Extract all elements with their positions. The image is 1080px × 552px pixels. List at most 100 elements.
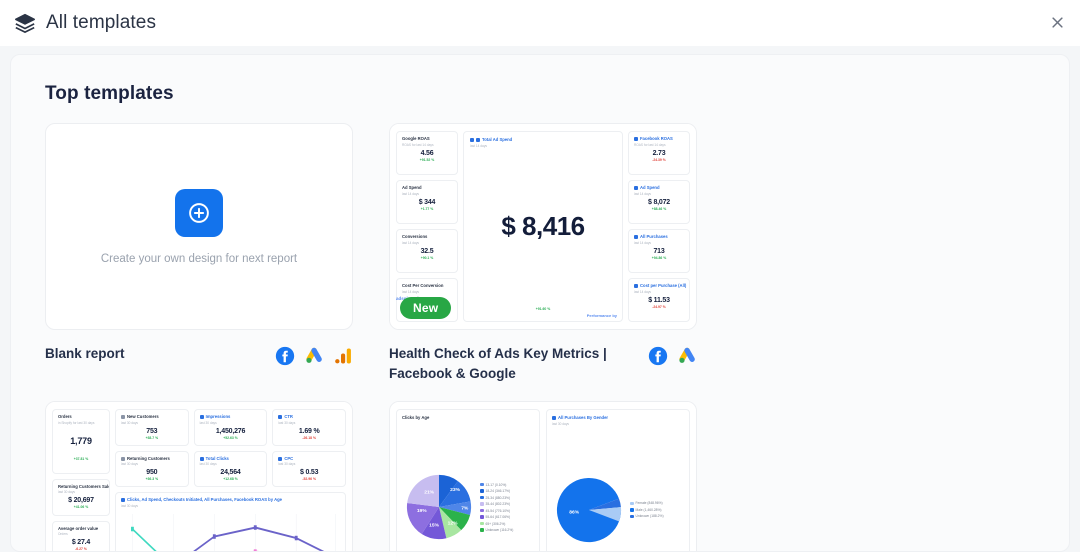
mini-metric-card: CTR last 30 days 1.69 % -26.18 %: [272, 409, 347, 446]
mini-metric-value: 32.5: [420, 247, 434, 255]
close-icon[interactable]: [1046, 12, 1068, 34]
legend-item: 35-44 (802.23%): [480, 502, 513, 506]
mini-metric-card: Returning Customers Sales last 30 days $…: [52, 478, 110, 516]
mini-metric-value: $ 11.53: [648, 296, 670, 304]
mini-metric-sub: last 30 days: [199, 420, 217, 425]
mini-metric-sub: ROAS for last 14 days: [402, 142, 434, 147]
mini-metric-delta: +94.86 %: [651, 255, 667, 260]
mini-metric-value: $ 344: [418, 198, 436, 206]
google-ads-icon: [677, 346, 697, 366]
top-templates-panel: Top templates Create your own design for: [10, 54, 1070, 552]
mini-metric-value: 950: [146, 469, 158, 477]
mini-metric-title: Total Ad Spend: [470, 137, 512, 143]
section-title: Top templates: [45, 83, 174, 104]
google-ads-dot-icon: [470, 137, 474, 142]
legend-item: Female (848.96%): [630, 501, 664, 505]
svg-text:12%: 12%: [448, 521, 458, 527]
mini-metric-delta: +52.63 %: [223, 435, 238, 440]
mini-metric-card: Returning Customers last 30 days 950 +36…: [115, 450, 189, 488]
legend-item: Male (1,460.28%): [630, 508, 664, 512]
mini-hero-card: Orders in Shopify for last 30 days 1,779…: [52, 409, 110, 474]
mini-metric-card: Cost per Purchase (All) last 14 days $ 1…: [628, 278, 690, 322]
legend-item: 13-17 (0.10%): [480, 483, 513, 487]
mini-metric-delta: -24.39 %: [652, 157, 666, 162]
mini-total-ad-spend-card: Total Ad Spend last 14 days $ 8,416 +91.…: [463, 131, 623, 322]
mini-metric-sub: last 14 days: [402, 289, 420, 294]
template-card-blank-report[interactable]: Create your own design for next report B…: [45, 123, 353, 383]
mini-metric-sub: last 14 days: [634, 240, 652, 245]
template-thumbnail[interactable]: Create your own design for next report: [45, 123, 353, 330]
chart-title: All Purchases By Gender: [552, 415, 684, 421]
mini-metric-title: Average order value: [58, 525, 99, 531]
mini-metric-title: Ad Spend: [634, 185, 684, 191]
mini-metric-title: Ad Spend: [402, 185, 422, 190]
mini-metric-card: Ad Spend last 14 days $ 8,072 +88.46 %: [628, 180, 690, 224]
template-thumbnail[interactable]: Orders in Shopify for last 30 days 1,779…: [45, 401, 353, 552]
mini-metric-value: $ 20,697: [68, 497, 94, 505]
mini-metric-delta: -26.18 %: [302, 435, 316, 440]
mini-metric-delta: +12.68 %: [223, 477, 238, 482]
mini-metric-sub: last 30 days: [278, 420, 296, 425]
mini-metric-sub: last 14 days: [402, 240, 420, 245]
mini-metric-value: 24,564: [220, 469, 241, 477]
mini-metric-card: Impressions last 30 days 1,450,276 +52.6…: [193, 409, 268, 446]
mini-left-column: Orders in Shopify for last 30 days 1,779…: [52, 409, 110, 552]
mini-metric-card: Ad Spend last 14 days $ 344 +1.77 %: [396, 180, 458, 224]
mini-line-chart-card: Clicks, Ad Spend, Checkouts Initiated, A…: [115, 492, 346, 551]
mini-metric-delta: -52.96 %: [302, 477, 316, 482]
mini-metric-delta: +91.60 %: [535, 307, 551, 311]
template-card-health-check-ads[interactable]: Google ROAS ROAS for last 14 days 4.56 +…: [389, 123, 697, 383]
mini-metric-value: 713: [653, 247, 665, 255]
mini-metric-sub: last 30 days: [278, 462, 296, 467]
mini-metric-delta: -6.27 %: [75, 547, 87, 552]
mini-metric-title: CTR: [278, 414, 340, 420]
chart-title: Clicks, Ad Spend, Checkouts Initiated, A…: [121, 497, 340, 503]
mini-pie-card-purchases-by-gender: All Purchases By Gender last 30 days 86%…: [546, 409, 690, 551]
facebook-dot-icon: [476, 137, 480, 142]
mini-metric-sub: Orders: [58, 532, 68, 537]
mini-right-column: Facebook ROAS ROAS for last 14 days 2.73…: [628, 131, 690, 322]
mini-metric-sub: last 14 days: [634, 191, 652, 196]
layers-icon: [14, 12, 36, 34]
mini-metric-delta: +88.46 %: [651, 206, 667, 211]
template-card-facebook-roas-shopify[interactable]: Orders in Shopify for last 30 days 1,779…: [45, 401, 353, 552]
mini-metric-value: $ 0.53: [300, 469, 319, 477]
template-title-row: Blank report: [45, 344, 353, 366]
mini-metric-title: Cost per Purchase (All): [634, 283, 686, 289]
mini-metric-delta: +1.77 %: [420, 206, 434, 211]
svg-text:7%: 7%: [461, 506, 469, 512]
plus-circle-icon: [175, 188, 223, 237]
facebook-icon: [648, 346, 668, 366]
legend-item: Unknown (116.2%): [480, 528, 513, 532]
mini-metric-value: 4.56: [420, 149, 434, 157]
svg-text:23%: 23%: [450, 487, 460, 493]
template-thumbnail[interactable]: Google ROAS ROAS for last 14 days 4.56 +…: [389, 123, 697, 330]
svg-text:19%: 19%: [417, 508, 427, 514]
template-thumbnail[interactable]: Clicks by Age 23% 7% 12% 15% 19% 21% 13-…: [389, 401, 697, 551]
pie-chart-clicks-by-age: 23% 7% 12% 15% 19% 21%: [406, 475, 472, 540]
templates-grid: Create your own design for next report B…: [11, 123, 1069, 552]
mini-metric-sub: ROAS for last 14 days: [634, 142, 666, 147]
mini-metric-card: New Customers last 30 days 753 +38.7 %: [115, 409, 189, 446]
google-ads-icon: [304, 346, 324, 366]
mini-metric-title: All Purchases: [634, 234, 684, 240]
mini-metric-value: $ 8,416: [501, 211, 585, 241]
legend-item: 18-24 (346.17%): [480, 489, 513, 493]
legend-item: 25-34 (880.23%): [480, 496, 513, 500]
svg-text:21%: 21%: [424, 490, 434, 496]
template-title: Blank report: [45, 346, 125, 361]
mini-metric-card: Total Clicks last 30 days 24,564 +12.68 …: [193, 450, 268, 488]
mini-metric-delta: +91.52 %: [419, 157, 435, 162]
mini-metric-value: 2.73: [652, 149, 666, 157]
integration-icons: [275, 344, 353, 366]
mini-metric-value: 753: [146, 427, 158, 435]
template-card-audience-breakdown[interactable]: Clicks by Age 23% 7% 12% 15% 19% 21% 13-…: [389, 401, 697, 551]
mini-metric-sub: last 14 days: [402, 191, 420, 196]
mini-metric-sub: last 14 days: [634, 289, 652, 294]
pie-legend: Female (848.96%) Male (1,460.28%) Unknow…: [630, 501, 664, 518]
page-title: All templates: [46, 11, 157, 33]
mini-metric-value: 1,450,276: [215, 427, 246, 435]
mini-metric-value: 1,779: [70, 435, 92, 446]
mini-metric-title: Orders: [58, 414, 72, 420]
mini-metric-sub: last 30 days: [199, 462, 217, 467]
